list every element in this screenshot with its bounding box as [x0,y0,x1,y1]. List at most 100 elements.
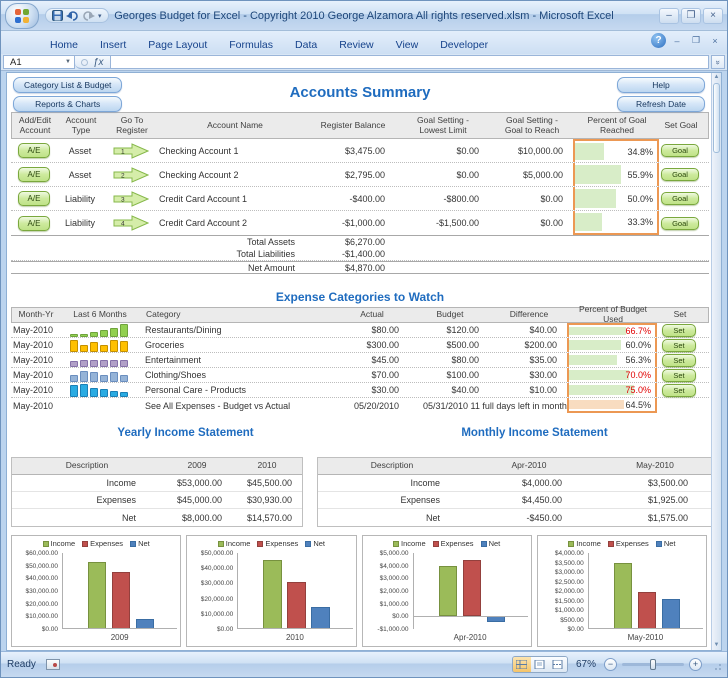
col-budget: Budget [410,308,490,322]
add-edit-account-button[interactable]: A/E [18,216,51,231]
workbook-close-icon[interactable]: × [707,34,723,47]
tab-review[interactable]: Review [328,36,384,54]
set-budget-button[interactable]: Set [662,384,695,397]
refresh-date-button[interactable]: Refresh Date [617,96,705,112]
chart-2009: IncomeExpensesNet$60,000.00$50,000.00$40… [11,535,181,647]
insert-function-icon[interactable]: ƒx [93,57,104,68]
window-title: Georges Budget for Excel - Copyright 201… [1,10,727,22]
percent-budget-cell: 75.0% [567,383,657,397]
zoom-out-icon[interactable]: − [604,658,617,671]
go-to-register-arrow[interactable]: 3 [113,191,149,207]
go-to-register-arrow[interactable]: 1 [113,143,149,159]
chart-2010: IncomeExpensesNet$50,000.00$40,000.00$30… [186,535,356,647]
save-icon[interactable] [52,10,63,21]
legend-label-net: Net [664,539,676,548]
workbook-minimize-icon[interactable]: – [669,34,685,47]
svg-text:2: 2 [121,172,125,179]
bar-expenses [112,572,130,629]
undo-icon[interactable] [66,10,79,21]
percent-budget-cell: 56.3% [567,353,657,367]
expense-row: May-2010 Restaurants/Dining $80.00 $120.… [11,323,709,338]
set-budget-button[interactable]: Set [662,369,695,382]
tab-insert[interactable]: Insert [89,36,137,54]
normal-view-icon[interactable] [513,657,531,672]
vertical-scrollbar[interactable]: ▲ ▼ [711,73,721,650]
y-axis: $50,000.00$40,000.00$30,000.00$20,000.00… [190,553,237,633]
tab-page-layout[interactable]: Page Layout [137,36,218,54]
help-button[interactable]: Help [617,77,705,93]
tab-data[interactable]: Data [284,36,328,54]
y-axis: $5,000.00$4,000.00$3,000.00$2,000.00$1,0… [366,553,413,633]
col-set-goal: Set Goal [660,113,702,138]
resize-grip[interactable] [711,660,721,670]
office-button[interactable] [5,3,39,29]
col-account-type: Account Type [58,113,104,138]
set-goal-button[interactable]: Goal [661,168,699,181]
restore-icon[interactable]: ❐ [681,8,701,24]
last-6-months-sparkline [70,369,128,382]
tab-view[interactable]: View [385,36,430,54]
office-logo-icon [14,8,30,24]
accounts-table: Add/Edit Account Account Type Go To Regi… [11,112,709,274]
page-layout-view-icon[interactable] [531,657,549,672]
set-goal-button[interactable]: Goal [661,217,699,230]
set-budget-button[interactable]: Set [662,339,695,352]
tab-home[interactable]: Home [39,36,89,54]
name-box-dropdown-icon[interactable]: ▼ [65,59,74,65]
scroll-up-icon[interactable]: ▲ [712,73,721,82]
add-edit-account-button[interactable]: A/E [18,191,51,206]
scroll-down-icon[interactable]: ▼ [712,641,721,650]
percent-budget-cell: 70.0% [567,368,657,382]
formula-input[interactable] [111,55,709,69]
monthly-header-row: Description Apr-2010 May-2010 [318,458,718,475]
formula-bar-expand-icon[interactable]: » [711,55,725,69]
legend-label-expenses: Expenses [441,539,474,548]
zoom-slider-thumb[interactable] [650,659,656,670]
monthly-income-table: Description Apr-2010 May-2010 Income $4,… [317,457,719,527]
percent-budget-bar [569,370,629,380]
percent-budget-cell: 66.7% [567,323,657,337]
go-to-register-arrow[interactable]: 4 [113,215,149,231]
set-goal-button[interactable]: Goal [661,144,699,157]
set-budget-button[interactable]: Set [662,354,695,367]
zoom-in-icon[interactable]: + [689,658,702,671]
col-goal-to-reach: Goal Setting - Goal to Reach [490,113,574,138]
scrollbar-thumb[interactable] [713,83,720,153]
cancel-entry-icon[interactable] [81,59,88,66]
help-icon[interactable]: ? [651,33,666,48]
redo-icon[interactable] [82,10,95,21]
percent-budget-bar [569,355,617,365]
see-all-expenses-link[interactable]: See All Expenses - Budget vs Actual [141,401,333,411]
add-edit-account-button[interactable]: A/E [18,167,51,182]
plot-area [62,553,177,629]
tab-developer[interactable]: Developer [429,36,499,54]
close-icon[interactable]: × [703,8,723,24]
percent-goal-bar [575,143,604,160]
zoom-level-label[interactable]: 67% [573,659,599,670]
name-box[interactable]: A1 ▼ [3,55,75,69]
worksheet: Category List & Budget Reports & Charts … [6,72,722,651]
go-to-register-arrow[interactable]: 2 [113,167,149,183]
plot-area [588,553,703,629]
zoom-slider[interactable] [622,663,684,666]
last-6-months-sparkline [70,339,128,352]
sheet-toolbar: Category List & Budget Reports & Charts … [11,76,709,112]
add-edit-account-button[interactable]: A/E [18,143,51,158]
set-budget-button[interactable]: Set [662,324,695,337]
x-axis-line [63,628,177,629]
col-percent-budget: Percent of Budget Used [568,308,658,322]
legend-swatch-net [656,541,662,547]
macro-record-icon[interactable] [46,659,60,670]
legend-swatch-income [218,541,224,547]
bar-expenses [287,582,305,629]
tab-formulas[interactable]: Formulas [218,36,284,54]
qat-customize-icon[interactable]: ▾ [98,12,102,20]
set-goal-button[interactable]: Goal [661,192,699,205]
workbook-restore-icon[interactable]: ❐ [688,34,704,47]
percent-budget-bar [569,400,624,409]
legend-swatch-net [481,541,487,547]
page-break-view-icon[interactable] [549,657,567,672]
minimize-icon[interactable]: – [659,8,679,24]
account-row: A/E Asset 1 Checking Account 1 $3,475.00… [11,139,709,163]
percent-goal-bar [575,213,602,231]
